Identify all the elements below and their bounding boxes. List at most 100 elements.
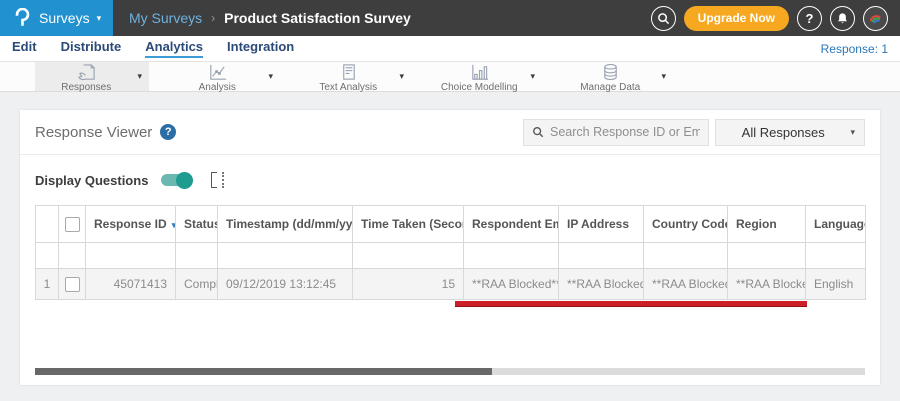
response-count-label: Response: 1 (820, 41, 888, 56)
header-time-taken[interactable]: Time Taken (Seconds)⇅ (352, 205, 464, 243)
table-header-row: Response ID▾ Status Timestamp (dd/mm/yyy… (35, 205, 866, 243)
toolbar-choice-modelling[interactable]: Choice Modelling ▾ (428, 62, 542, 93)
responses-filter-value: All Responses (741, 124, 825, 140)
header-country-code: Country Code (643, 205, 728, 243)
response-viewer-help-icon[interactable]: ? (160, 124, 177, 140)
filter-input-timestamp[interactable] (226, 243, 344, 268)
toolbar-analysis-label: Analysis (198, 81, 236, 93)
scrollbar-thumb[interactable] (35, 368, 492, 375)
cell-country-code: **RAA Blocked** (643, 268, 728, 300)
breadcrumb: My Surveys › Product Satisfaction Survey (129, 0, 411, 36)
responses-icon (77, 63, 95, 80)
topbar-actions: Upgrade Now ? (650, 0, 900, 36)
toolbar-analysis[interactable]: Analysis ▾ (166, 62, 280, 93)
filter-input-ip-address[interactable] (567, 243, 635, 268)
filter-input-region[interactable] (736, 243, 797, 268)
upgrade-now-button[interactable]: Upgrade Now (683, 5, 789, 31)
text-analysis-icon (342, 63, 355, 80)
header-status: Status (175, 205, 218, 243)
header-language: Language (805, 205, 866, 243)
row-number: 1 (35, 268, 59, 300)
filter-input-respondent-email[interactable] (472, 243, 550, 268)
filter-input-country-code[interactable] (652, 243, 719, 268)
sort-desc-icon: ▾ (172, 220, 175, 230)
response-viewer-panel: Response Viewer ? All Responses ▾ Displa… (20, 110, 880, 385)
analysis-dropdown-icon[interactable]: ▾ (268, 71, 280, 82)
table-filter-row (35, 242, 866, 269)
cell-respondent-email: **RAA Blocked** (463, 268, 559, 300)
response-search-box (523, 118, 709, 146)
chevron-down-icon: ▾ (96, 12, 102, 23)
page-title: Response Viewer (35, 123, 153, 141)
freeze-columns-icon[interactable] (211, 172, 225, 188)
cell-language: English (805, 268, 866, 300)
toolbar-choice-modelling-label: Choice Modelling (440, 81, 518, 93)
row-checkbox[interactable] (64, 276, 80, 292)
header-row-number (35, 205, 59, 243)
display-questions-row: Display Questions (20, 155, 880, 205)
search-icon (533, 127, 544, 138)
table-row: 1 45071413 Completed 09/12/2019 13:12:45… (35, 268, 866, 300)
toolbar-manage-data-label: Manage Data (580, 81, 641, 93)
cell-region: **RAA Blocked** (727, 268, 806, 300)
responses-filter-dropdown[interactable]: All Responses ▾ (715, 118, 865, 146)
cell-status: Completed (175, 268, 218, 300)
text-analysis-dropdown-icon[interactable]: ▾ (399, 71, 411, 82)
manage-data-dropdown-icon[interactable]: ▾ (661, 71, 673, 82)
horizontal-scrollbar[interactable] (35, 368, 865, 375)
chevron-down-icon: ▾ (850, 126, 855, 137)
notifications-button[interactable] (830, 5, 855, 31)
cell-time-taken: 15 (352, 268, 464, 300)
survey-tab-bar: Edit Distribute Analytics Integration Re… (0, 36, 900, 61)
top-bar: Surveys ▾ My Surveys › Product Satisfact… (0, 0, 900, 36)
questionpro-logo-icon (14, 8, 30, 28)
toolbar-manage-data[interactable]: Manage Data ▾ (559, 62, 673, 93)
cell-ip-address: **RAA Blocked** (558, 268, 644, 300)
header-region: Region (727, 205, 806, 243)
tab-analytics[interactable]: Analytics (145, 39, 204, 58)
choice-modelling-dropdown-icon[interactable]: ▾ (530, 71, 542, 82)
toggle-knob (176, 171, 194, 189)
analysis-icon (210, 64, 226, 80)
cell-response-id[interactable]: 45071413 (85, 268, 176, 300)
breadcrumb-current-survey: Product Satisfaction Survey (224, 10, 411, 26)
breadcrumb-separator-icon: › (211, 11, 216, 25)
search-icon (657, 12, 669, 24)
header-response-id[interactable]: Response ID▾ (85, 205, 176, 243)
manage-data-icon (603, 63, 617, 80)
help-button[interactable]: ? (797, 5, 822, 31)
panel-header: Response Viewer ? All Responses ▾ (20, 110, 880, 155)
display-questions-label: Display Questions (35, 172, 149, 188)
filter-input-response-id[interactable] (94, 243, 167, 268)
choice-modelling-icon (472, 64, 488, 80)
filter-input-status[interactable] (184, 243, 209, 268)
filter-input-language[interactable] (814, 243, 857, 268)
header-timestamp[interactable]: Timestamp (dd/mm/yyyy)⇅ (217, 205, 353, 243)
header-select-all (58, 205, 86, 243)
select-all-checkbox[interactable] (64, 216, 80, 232)
search-button[interactable] (650, 5, 676, 31)
app-menu-label: Surveys (39, 10, 90, 26)
toolbar-text-analysis-label: Text Analysis (319, 81, 378, 93)
search-input[interactable] (550, 125, 700, 139)
responses-table: Response ID▾ Status Timestamp (dd/mm/yyy… (35, 205, 866, 300)
header-respondent-email: Respondent Email (463, 205, 559, 243)
app-menu[interactable]: Surveys ▾ (0, 0, 113, 36)
tab-distribute[interactable]: Distribute (61, 39, 122, 58)
filter-input-time-taken[interactable] (361, 243, 455, 268)
red-underline-annotation (455, 301, 807, 306)
cell-timestamp: 09/12/2019 13:12:45 (217, 268, 353, 300)
header-ip-address: IP Address (558, 205, 644, 243)
tab-integration[interactable]: Integration (227, 39, 294, 58)
toolbar-responses[interactable]: Responses ▾ (35, 62, 149, 93)
analytics-toolbar: Responses ▾ Analysis ▾ Text Analysis ▾ C… (0, 61, 900, 93)
toolbar-text-analysis[interactable]: Text Analysis ▾ (297, 62, 411, 93)
responses-dropdown-icon[interactable]: ▾ (137, 71, 149, 82)
avatar-image-icon (869, 14, 881, 23)
tab-edit[interactable]: Edit (12, 39, 37, 58)
bell-icon (838, 12, 847, 23)
user-avatar[interactable] (863, 5, 888, 31)
toolbar-responses-label: Responses (61, 81, 112, 93)
breadcrumb-my-surveys[interactable]: My Surveys (129, 10, 202, 26)
display-questions-toggle[interactable] (161, 171, 194, 189)
